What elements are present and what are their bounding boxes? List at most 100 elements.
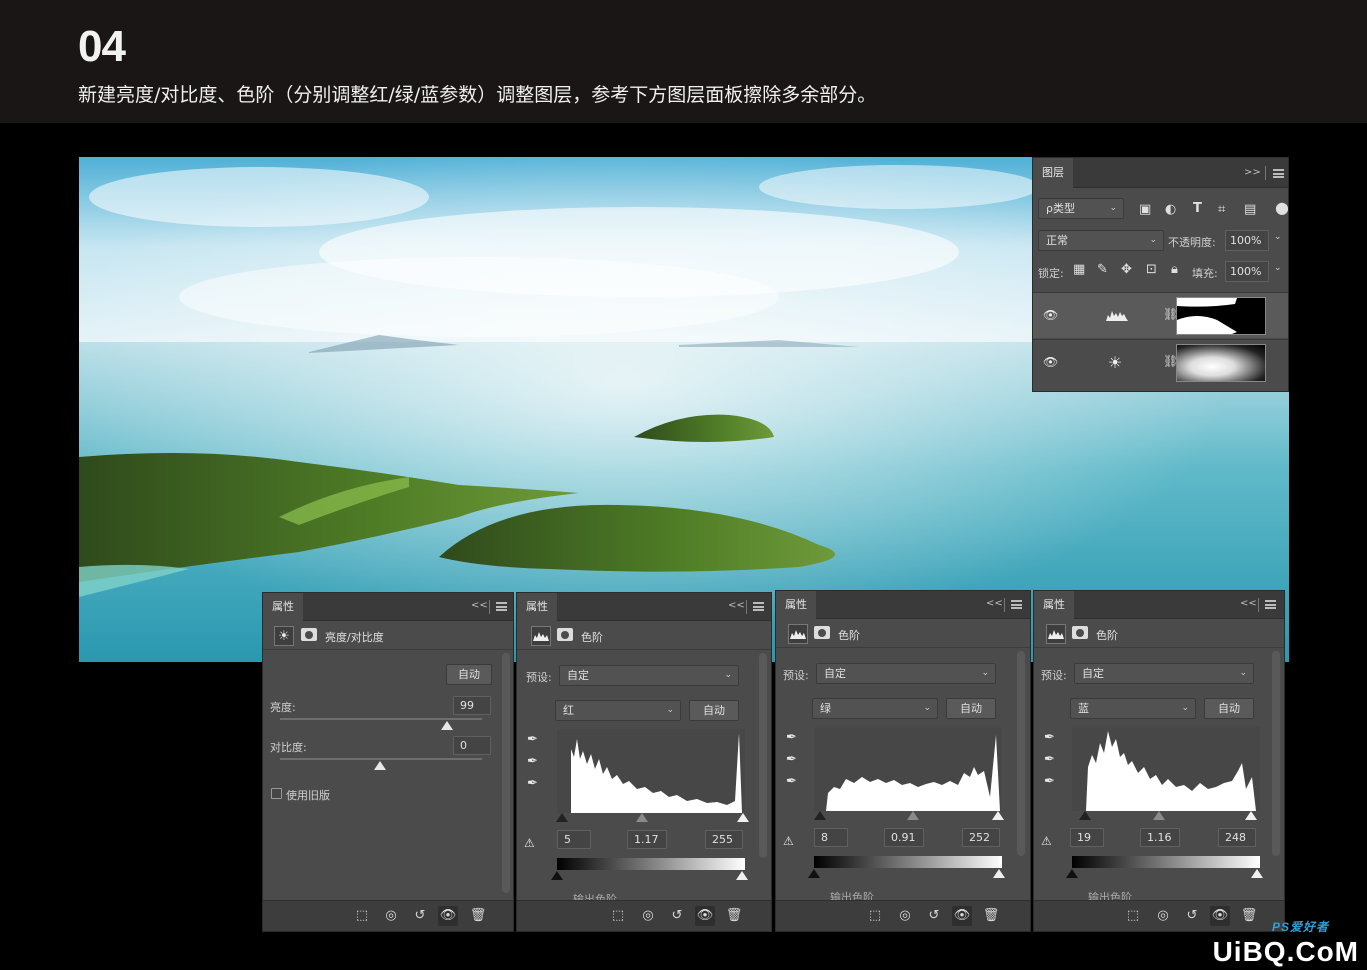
- auto-button[interactable]: 自动: [689, 700, 739, 721]
- input-white-slider[interactable]: [992, 811, 1004, 820]
- input-white-slider[interactable]: [737, 813, 749, 822]
- input-black-slider[interactable]: [814, 811, 826, 820]
- input-black-slider[interactable]: [1079, 811, 1091, 820]
- input-gamma-slider[interactable]: [1153, 811, 1165, 820]
- filter-toggle-icon[interactable]: ●: [1275, 198, 1288, 217]
- input-gamma-slider[interactable]: [636, 813, 648, 822]
- contrast-slider-thumb[interactable]: [374, 761, 386, 770]
- opacity-field[interactable]: 100%: [1225, 230, 1269, 251]
- fill-field[interactable]: 100%: [1225, 261, 1269, 282]
- collapse-button[interactable]: <<: [986, 598, 1003, 609]
- tab-properties[interactable]: 属性: [517, 593, 557, 621]
- visibility-eye-icon[interactable]: 👁︎: [438, 906, 458, 926]
- channel-dropdown[interactable]: 绿 ⌄: [812, 698, 938, 719]
- channel-dropdown[interactable]: 红 ⌄: [555, 700, 681, 721]
- preset-dropdown[interactable]: 自定 ⌄: [1074, 663, 1254, 684]
- output-black-slider[interactable]: [808, 869, 820, 878]
- visibility-eye-icon[interactable]: 👁︎: [695, 906, 715, 926]
- image-filter-icon[interactable]: ▣: [1139, 202, 1151, 217]
- reset-icon[interactable]: ↺: [667, 906, 687, 926]
- opacity-chevron-icon[interactable]: ⌄: [1274, 232, 1282, 242]
- preset-dropdown[interactable]: 自定 ⌄: [816, 663, 996, 684]
- black-point-eyedropper-icon[interactable]: ✒︎: [1044, 730, 1062, 748]
- auto-button[interactable]: 自动: [446, 664, 492, 685]
- output-black-slider[interactable]: [551, 871, 563, 880]
- input-black-slider[interactable]: [556, 813, 568, 822]
- visibility-eye-icon[interactable]: 👁︎: [1210, 906, 1230, 926]
- visibility-eye-icon[interactable]: 👁︎: [1043, 355, 1058, 369]
- panel-menu-icon[interactable]: [1011, 600, 1022, 609]
- input-white-field[interactable]: 255: [705, 830, 743, 849]
- reset-icon[interactable]: ↺: [924, 906, 944, 926]
- lock-transparency-icon[interactable]: ▦: [1073, 262, 1085, 277]
- blend-mode-dropdown[interactable]: 正常 ⌄: [1038, 230, 1164, 251]
- input-black-field[interactable]: 19: [1070, 828, 1104, 847]
- lock-artboard-icon[interactable]: ⊡: [1146, 262, 1157, 277]
- panel-scrollbar[interactable]: [1017, 651, 1025, 856]
- lock-pixels-icon[interactable]: ✎: [1097, 262, 1108, 277]
- auto-button[interactable]: 自动: [1204, 698, 1254, 719]
- brightness-slider-track[interactable]: [280, 718, 482, 720]
- input-black-field[interactable]: 5: [557, 830, 591, 849]
- layer-mask-thumbnail[interactable]: [1176, 344, 1266, 382]
- legacy-checkbox[interactable]: [271, 788, 282, 799]
- visibility-eye-icon[interactable]: 👁︎: [952, 906, 972, 926]
- preset-dropdown[interactable]: 自定 ⌄: [559, 665, 739, 686]
- view-previous-icon[interactable]: ◎: [638, 906, 658, 926]
- view-previous-icon[interactable]: ◎: [1153, 906, 1173, 926]
- adjustment-filter-icon[interactable]: ◐: [1165, 202, 1176, 217]
- clip-to-layer-icon[interactable]: ⬚: [608, 906, 628, 926]
- tab-layers[interactable]: 图层: [1033, 158, 1073, 188]
- input-gamma-field[interactable]: 0.91: [884, 828, 924, 847]
- input-white-slider[interactable]: [1245, 811, 1257, 820]
- tab-properties[interactable]: 属性: [1034, 591, 1074, 619]
- tab-properties[interactable]: 属性: [776, 591, 816, 619]
- input-gamma-field[interactable]: 1.16: [1140, 828, 1180, 847]
- lock-position-icon[interactable]: ✥: [1121, 262, 1132, 277]
- panel-menu-icon[interactable]: [753, 602, 764, 611]
- collapse-button[interactable]: <<: [471, 600, 488, 611]
- layer-row-brightness[interactable]: 👁︎ ☀︎ ⛓︎: [1033, 339, 1288, 385]
- panel-scrollbar[interactable]: [502, 653, 510, 893]
- output-white-slider[interactable]: [993, 869, 1005, 878]
- black-point-eyedropper-icon[interactable]: ✒︎: [786, 730, 804, 748]
- panel-menu-icon[interactable]: [496, 602, 507, 611]
- mask-icon[interactable]: [1072, 626, 1088, 639]
- white-point-eyedropper-icon[interactable]: ✒︎: [1044, 774, 1062, 792]
- white-point-eyedropper-icon[interactable]: ✒︎: [786, 774, 804, 792]
- gray-point-eyedropper-icon[interactable]: ✒︎: [786, 752, 804, 770]
- type-filter-icon[interactable]: T: [1193, 201, 1202, 216]
- reset-icon[interactable]: ↺: [1182, 906, 1202, 926]
- brightness-field[interactable]: 99: [453, 696, 491, 715]
- output-black-slider[interactable]: [1066, 869, 1078, 878]
- layer-row-levels[interactable]: 👁︎ ⛓︎: [1033, 292, 1288, 338]
- tab-properties[interactable]: 属性: [263, 593, 303, 621]
- collapse-button[interactable]: <<: [1240, 598, 1257, 609]
- shape-filter-icon[interactable]: ⌗: [1218, 202, 1225, 217]
- input-white-field[interactable]: 252: [962, 828, 1000, 847]
- visibility-eye-icon[interactable]: 👁︎: [1043, 308, 1058, 322]
- panel-scrollbar[interactable]: [759, 653, 767, 858]
- delete-trash-icon[interactable]: 🗑︎: [724, 906, 744, 926]
- mask-icon[interactable]: [557, 628, 573, 641]
- view-previous-icon[interactable]: ◎: [895, 906, 915, 926]
- layer-filter-dropdown[interactable]: ρ类型 ⌄: [1038, 198, 1124, 219]
- input-gamma-field[interactable]: 1.17: [627, 830, 667, 849]
- fill-chevron-icon[interactable]: ⌄: [1274, 263, 1282, 273]
- lock-all-icon[interactable]: 🔒︎: [1171, 262, 1178, 277]
- panel-menu-icon[interactable]: [1273, 169, 1284, 178]
- white-point-eyedropper-icon[interactable]: ✒︎: [527, 776, 545, 794]
- gray-point-eyedropper-icon[interactable]: ✒︎: [527, 754, 545, 772]
- output-white-slider[interactable]: [1251, 869, 1263, 878]
- clip-to-layer-icon[interactable]: ⬚: [352, 906, 372, 926]
- mask-icon[interactable]: [814, 626, 830, 639]
- delete-trash-icon[interactable]: 🗑︎: [468, 906, 488, 926]
- input-black-field[interactable]: 8: [814, 828, 848, 847]
- clip-to-layer-icon[interactable]: ⬚: [865, 906, 885, 926]
- gray-point-eyedropper-icon[interactable]: ✒︎: [1044, 752, 1062, 770]
- contrast-slider-track[interactable]: [280, 758, 482, 760]
- layer-mask-thumbnail[interactable]: [1176, 297, 1266, 335]
- delete-trash-icon[interactable]: 🗑︎: [1239, 906, 1259, 926]
- panel-menu-icon[interactable]: [1265, 600, 1276, 609]
- input-gamma-slider[interactable]: [907, 811, 919, 820]
